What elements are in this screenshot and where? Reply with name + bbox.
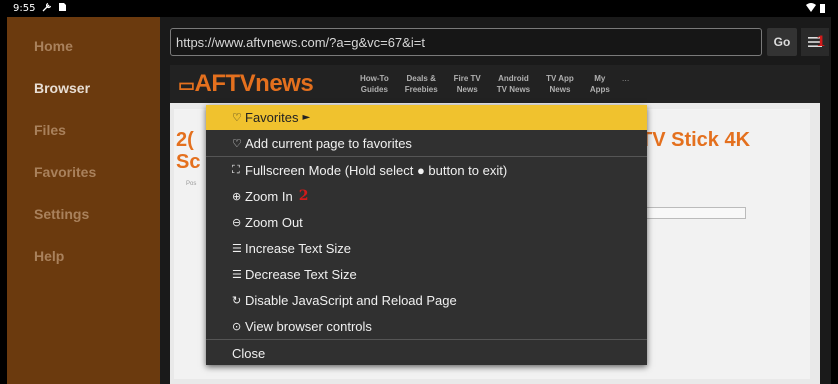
sidebar-item-browser[interactable]: Browser <box>7 67 160 109</box>
url-text: https://www.aftvnews.com/?a=g&vc=67&i=t <box>176 34 425 50</box>
site-logo-text: AFTVnews <box>194 70 314 97</box>
article-title-line2: Sc <box>176 151 201 173</box>
site-nav-line2: Apps <box>589 85 610 94</box>
menu-item-increase-text[interactable]: ☰ Increase Text Size <box>206 235 647 261</box>
site-nav-line2: TV News <box>496 85 531 94</box>
heart-icon: ♡ <box>232 111 242 124</box>
site-nav-item[interactable]: TV App News <box>538 73 582 95</box>
menu-item-add-favorite[interactable]: ♡ Add current page to favorites <box>206 130 647 156</box>
site-nav-line1: How-To <box>360 74 389 83</box>
url-input[interactable]: https://www.aftvnews.com/?a=g&vc=67&i=t <box>170 28 762 56</box>
tv-icon: ▭ <box>178 75 195 95</box>
site-nav-line1: Android <box>498 74 529 83</box>
sidebar-item-help[interactable]: Help <box>7 235 160 277</box>
zoom-in-icon: ⊕ <box>232 189 242 203</box>
menu-item-decrease-text[interactable]: ☰ Decrease Text Size <box>206 261 647 287</box>
browser-options-menu: ♡ Favorites ► ♡ Add current page to favo… <box>206 105 647 365</box>
post-meta: Pos <box>186 181 197 187</box>
site-nav-line2: News <box>549 85 571 94</box>
submenu-arrow-icon: ► <box>302 112 311 123</box>
site-nav-item[interactable]: Fire TV News <box>446 73 489 95</box>
site-nav-line1: My <box>594 74 606 83</box>
decrease-text-icon: ☰ <box>232 267 242 281</box>
menu-item-disable-js[interactable]: ↻ Disable JavaScript and Reload Page <box>206 287 647 313</box>
status-time: 9:55 <box>13 3 36 14</box>
annotation-marker-1: 1 <box>816 34 826 50</box>
device-frame: 9:55 Home Browser Files Favorites Settin… <box>0 0 838 384</box>
reload-icon: ↻ <box>232 293 242 307</box>
article-title[interactable]: 2( Sc <box>176 129 200 173</box>
go-button[interactable]: Go <box>767 28 797 56</box>
menu-item-zoom-out[interactable]: ⊖ Zoom Out <box>206 209 647 235</box>
article-title-right[interactable]: TV Stick 4K <box>640 129 750 152</box>
menu-item-label: Close <box>232 345 266 361</box>
menu-item-label: Zoom In <box>245 188 293 204</box>
menu-item-label: Zoom Out <box>245 214 303 230</box>
article-title-line1: 2( <box>176 129 194 151</box>
increase-text-icon: ☰ <box>232 241 242 255</box>
sidebar-item-favorites[interactable]: Favorites <box>7 151 160 193</box>
screen: 9:55 Home Browser Files Favorites Settin… <box>7 0 831 384</box>
site-search-input[interactable] <box>638 207 746 219</box>
site-nav-item[interactable]: How-To Guides <box>352 73 397 95</box>
menu-item-label: Add current page to favorites <box>245 135 412 151</box>
battery-icon <box>820 4 825 13</box>
sidebar: Home Browser Files Favorites Settings He… <box>7 17 160 384</box>
menu-item-zoom-in[interactable]: ⊕ Zoom In 2 <box>206 183 647 209</box>
zoom-out-icon: ⊖ <box>232 215 242 229</box>
site-nav-line2: News <box>456 85 478 94</box>
site-nav-line1: Deals & <box>406 74 436 83</box>
menu-item-fullscreen[interactable]: ⛶ Fullscreen Mode (Hold select ● button … <box>206 157 647 183</box>
heart-icon: ♡ <box>232 136 242 150</box>
menu-item-label: Decrease Text Size <box>245 266 357 282</box>
site-nav-line1: TV App <box>546 74 574 83</box>
sidebar-item-settings[interactable]: Settings <box>7 193 160 235</box>
menu-item-view-controls[interactable]: ⊙ View browser controls <box>206 313 647 339</box>
menu-item-close[interactable]: Close <box>206 340 647 366</box>
site-nav: How-To Guides Deals & Freebies Fire TV News… <box>352 73 629 95</box>
sidebar-item-files[interactable]: Files <box>7 109 160 151</box>
site-nav-more[interactable]: ... <box>618 73 630 95</box>
status-right <box>806 3 825 14</box>
settings-icon <box>41 2 52 16</box>
sd-card-icon <box>58 2 67 15</box>
menu-item-label: Favorites <box>245 110 299 125</box>
site-nav-line2: Guides <box>360 85 388 94</box>
site-nav-item[interactable]: Deals & Freebies <box>397 73 446 95</box>
site-nav-line1: Fire TV <box>453 74 481 83</box>
menu-item-label: Fullscreen Mode (Hold select ● button to… <box>245 162 508 178</box>
site-logo[interactable]: ▭AFTVnews <box>170 70 352 98</box>
fullscreen-icon: ⛶ <box>232 163 240 176</box>
view-icon: ⊙ <box>232 319 242 333</box>
site-header: ▭AFTVnews How-To Guides Deals & Freebies F… <box>170 65 820 103</box>
site-nav-item[interactable]: Android TV News <box>489 73 538 95</box>
wifi-icon <box>806 3 816 14</box>
menu-item-label: Disable JavaScript and Reload Page <box>245 292 457 308</box>
menu-item-favorites[interactable]: ♡ Favorites ► <box>206 105 647 130</box>
menu-item-label: Increase Text Size <box>245 240 351 256</box>
site-nav-item[interactable]: My Apps <box>582 73 618 95</box>
site-nav-line2: Freebies <box>404 85 438 94</box>
sidebar-item-home[interactable]: Home <box>7 25 160 67</box>
status-bar: 9:55 <box>7 0 831 17</box>
menu-item-label: View browser controls <box>245 318 372 334</box>
annotation-marker-2: 2 <box>298 188 309 204</box>
